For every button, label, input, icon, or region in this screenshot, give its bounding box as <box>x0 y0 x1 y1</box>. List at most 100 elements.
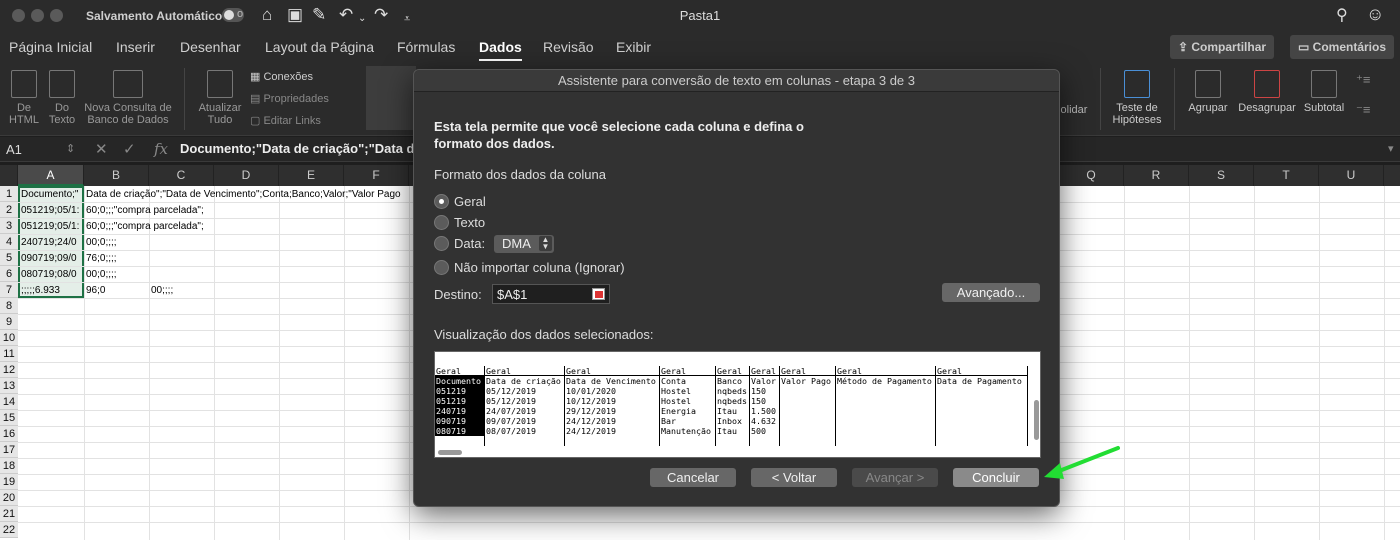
preview-column[interactable]: Geral Data de Pagamento <box>936 366 1028 446</box>
advanced-button[interactable]: Avançado... <box>942 283 1040 302</box>
radio-date[interactable] <box>434 236 449 251</box>
tab-inserir[interactable]: Inserir <box>116 39 155 55</box>
cancel-icon[interactable]: ✕ <box>95 140 108 158</box>
row-header[interactable]: 6 <box>0 266 18 282</box>
from-text-button[interactable]: Do Texto <box>44 70 80 126</box>
preview-column[interactable]: Geral Banco nqbeds nqbeds Itau Inbox Ita… <box>716 366 750 446</box>
hide-detail-icon[interactable]: ⁻≡ <box>1356 102 1370 118</box>
formula-input[interactable]: Documento;"Data de criação";"Data de <box>180 141 422 156</box>
from-html-button[interactable]: De HTML <box>4 70 44 126</box>
row-header[interactable]: 16 <box>0 426 18 442</box>
cell-b5[interactable]: 76;0;;;; <box>86 251 149 267</box>
row-header[interactable]: 13 <box>0 378 18 394</box>
row-header[interactable]: 19 <box>0 474 18 490</box>
row-header[interactable]: 9 <box>0 314 18 330</box>
finish-button[interactable]: Concluir <box>953 468 1039 487</box>
column-header-c[interactable]: C <box>149 165 214 186</box>
preview-column[interactable]: Geral Documento 051219 051219 240719 090… <box>435 366 485 446</box>
cell-b3[interactable]: 60;0;;;"compra parcelada"; <box>86 219 286 235</box>
select-all-corner[interactable] <box>0 165 18 186</box>
row-header[interactable]: 1 <box>0 186 18 202</box>
connections-button[interactable]: ▦ Conexões <box>250 70 313 83</box>
column-header-t[interactable]: T <box>1254 165 1319 186</box>
radio-general-label[interactable]: Geral <box>454 194 486 209</box>
column-header-a[interactable]: A <box>18 165 84 186</box>
tab-desenhar[interactable]: Desenhar <box>180 39 241 55</box>
radio-skip-column[interactable] <box>434 260 449 275</box>
cell-b6[interactable]: 00;0;;;; <box>86 267 149 283</box>
radio-text-label[interactable]: Texto <box>454 215 485 230</box>
row-header[interactable]: 22 <box>0 522 18 538</box>
row-header[interactable]: 14 <box>0 394 18 410</box>
cell-b2[interactable]: 60;0;;;"compra parcelada"; <box>86 203 286 219</box>
column-header-u[interactable]: U <box>1319 165 1384 186</box>
row-header[interactable]: 18 <box>0 458 18 474</box>
radio-general[interactable] <box>434 194 449 209</box>
edit-links-button[interactable]: ▢ Editar Links <box>250 114 321 127</box>
row-header[interactable]: 10 <box>0 330 18 346</box>
column-header-s[interactable]: S <box>1189 165 1254 186</box>
cell-a1[interactable]: Documento;" <box>21 187 84 203</box>
back-button[interactable]: < Voltar <box>751 468 837 487</box>
cell-a4[interactable]: 240719;24/0 <box>21 235 84 251</box>
date-format-select[interactable]: DMA ▲ ▼ <box>494 235 554 253</box>
radio-text[interactable] <box>434 215 449 230</box>
feedback-smiley-icon[interactable]: ☺ <box>1366 4 1384 25</box>
subtotal-button[interactable]: Subtotal <box>1300 70 1348 114</box>
row-header[interactable]: 12 <box>0 362 18 378</box>
row-header[interactable]: 2 <box>0 202 18 218</box>
cell-b1[interactable]: Data de criação";"Data de Vencimento";Co… <box>86 187 416 203</box>
tab-layout-da-pagina[interactable]: Layout da Página <box>265 39 374 55</box>
refresh-all-button[interactable]: Atualizar Tudo <box>194 70 246 126</box>
share-button[interactable]: ⇪ Compartilhar <box>1170 35 1275 59</box>
name-box-stepper-icon[interactable]: ⇕ <box>66 142 75 155</box>
show-detail-icon[interactable]: ⁺≡ <box>1356 72 1370 88</box>
tab-revisao[interactable]: Revisão <box>543 39 594 55</box>
cell-c7[interactable]: 00;;;; <box>151 283 214 299</box>
preview-column[interactable]: Geral Data de Vencimento 10/01/2020 10/1… <box>565 366 660 446</box>
consolidate-button[interactable]: olidar <box>1056 104 1092 116</box>
comments-button[interactable]: ▭ Comentários <box>1290 35 1395 59</box>
column-header-e[interactable]: E <box>279 165 344 186</box>
destination-input[interactable]: $A$1 <box>492 284 610 304</box>
row-header[interactable]: 3 <box>0 218 18 234</box>
cell-a2[interactable]: 051219;05/1: <box>21 203 84 219</box>
what-if-analysis-button[interactable]: Teste de Hipóteses <box>1108 70 1166 126</box>
row-header[interactable]: 5 <box>0 250 18 266</box>
preview-column[interactable]: Geral Valor 150 150 1.500 4.632 500 <box>750 366 780 446</box>
preview-column[interactable]: Geral Método de Pagamento <box>836 366 936 446</box>
sort-filter-group[interactable] <box>366 66 416 130</box>
row-header[interactable]: 7 <box>0 282 18 298</box>
new-database-query-button[interactable]: Nova Consulta de Banco de Dados <box>82 70 174 126</box>
row-header[interactable]: 11 <box>0 346 18 362</box>
preview-horizontal-scrollbar[interactable] <box>438 450 462 455</box>
column-header-q[interactable]: Q <box>1059 165 1124 186</box>
function-icon[interactable]: fx <box>154 140 168 158</box>
column-header-f[interactable]: F <box>344 165 409 186</box>
row-header[interactable]: 8 <box>0 298 18 314</box>
column-header-d[interactable]: D <box>214 165 279 186</box>
tab-pagina-inicial[interactable]: Página Inicial <box>9 39 92 55</box>
column-header-b[interactable]: B <box>84 165 149 186</box>
row-header[interactable]: 4 <box>0 234 18 250</box>
row-header[interactable]: 21 <box>0 506 18 522</box>
row-header[interactable]: 15 <box>0 410 18 426</box>
group-button[interactable]: Agrupar <box>1184 70 1232 114</box>
tab-formulas[interactable]: Fórmulas <box>397 39 455 55</box>
radio-skip-label[interactable]: Não importar coluna (Ignorar) <box>454 260 625 275</box>
row-header[interactable]: 20 <box>0 490 18 506</box>
cell-a3[interactable]: 051219;05/1: <box>21 219 84 235</box>
cell-a6[interactable]: 080719;08/0 <box>21 267 84 283</box>
properties-button[interactable]: ▤ Propriedades <box>250 92 329 105</box>
name-box[interactable]: A1 <box>6 142 22 157</box>
data-preview[interactable]: Geral Documento 051219 051219 240719 090… <box>434 351 1041 458</box>
preview-vertical-scrollbar[interactable] <box>1034 400 1039 440</box>
column-header-r[interactable]: R <box>1124 165 1189 186</box>
cell-a5[interactable]: 090719;09/0 <box>21 251 84 267</box>
tab-exibir[interactable]: Exibir <box>616 39 651 55</box>
enter-icon[interactable]: ✓ <box>123 140 136 158</box>
tab-dados[interactable]: Dados <box>479 39 522 61</box>
preview-column[interactable]: Geral Data de criação 05/12/2019 05/12/2… <box>485 366 565 446</box>
cancel-button[interactable]: Cancelar <box>650 468 736 487</box>
cell-b7[interactable]: 96;0 <box>86 283 149 299</box>
